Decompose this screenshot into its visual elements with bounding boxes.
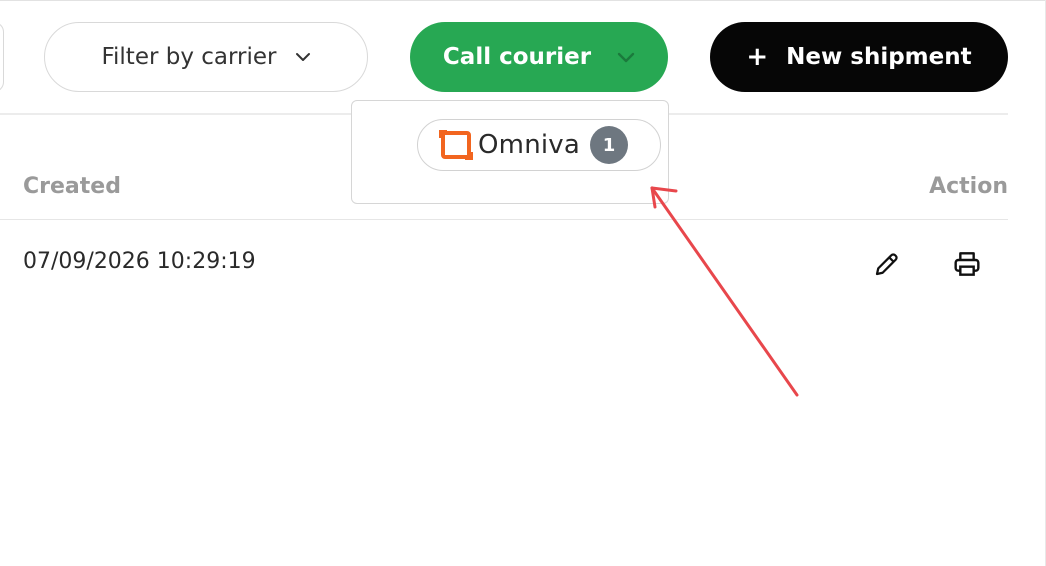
filter-by-carrier-dropdown[interactable]: Filter by carrier xyxy=(44,22,368,92)
edit-icon xyxy=(872,249,902,283)
new-shipment-button[interactable]: + New shipment xyxy=(710,22,1008,92)
top-divider xyxy=(0,0,1046,1)
chevron-down-icon xyxy=(617,52,635,63)
call-courier-label: Call courier xyxy=(442,44,592,70)
print-icon xyxy=(951,248,983,284)
plus-icon: + xyxy=(746,42,769,72)
column-header-action: Action xyxy=(929,174,1008,199)
print-button[interactable] xyxy=(950,249,984,283)
table-header-divider xyxy=(0,219,1008,220)
column-header-created[interactable]: Created xyxy=(23,174,121,199)
offscreen-control-edge[interactable] xyxy=(0,22,4,92)
carrier-count-badge: 1 xyxy=(590,126,629,164)
carrier-name: Omniva xyxy=(478,130,581,160)
edit-button[interactable] xyxy=(870,249,904,283)
created-cell: 07/09/2026 10:29:19 xyxy=(23,249,256,274)
shipments-page: Filter by carrier Call courier + New shi… xyxy=(0,0,1046,566)
call-courier-button[interactable]: Call courier xyxy=(410,22,668,92)
omniva-logo-icon xyxy=(438,129,474,161)
call-courier-dropdown-menu: Omniva 1 xyxy=(351,100,669,204)
chevron-down-icon xyxy=(295,52,311,62)
filter-by-carrier-label: Filter by carrier xyxy=(101,44,277,70)
carrier-option-omniva[interactable]: Omniva 1 xyxy=(417,119,661,171)
new-shipment-label: New shipment xyxy=(786,44,972,70)
